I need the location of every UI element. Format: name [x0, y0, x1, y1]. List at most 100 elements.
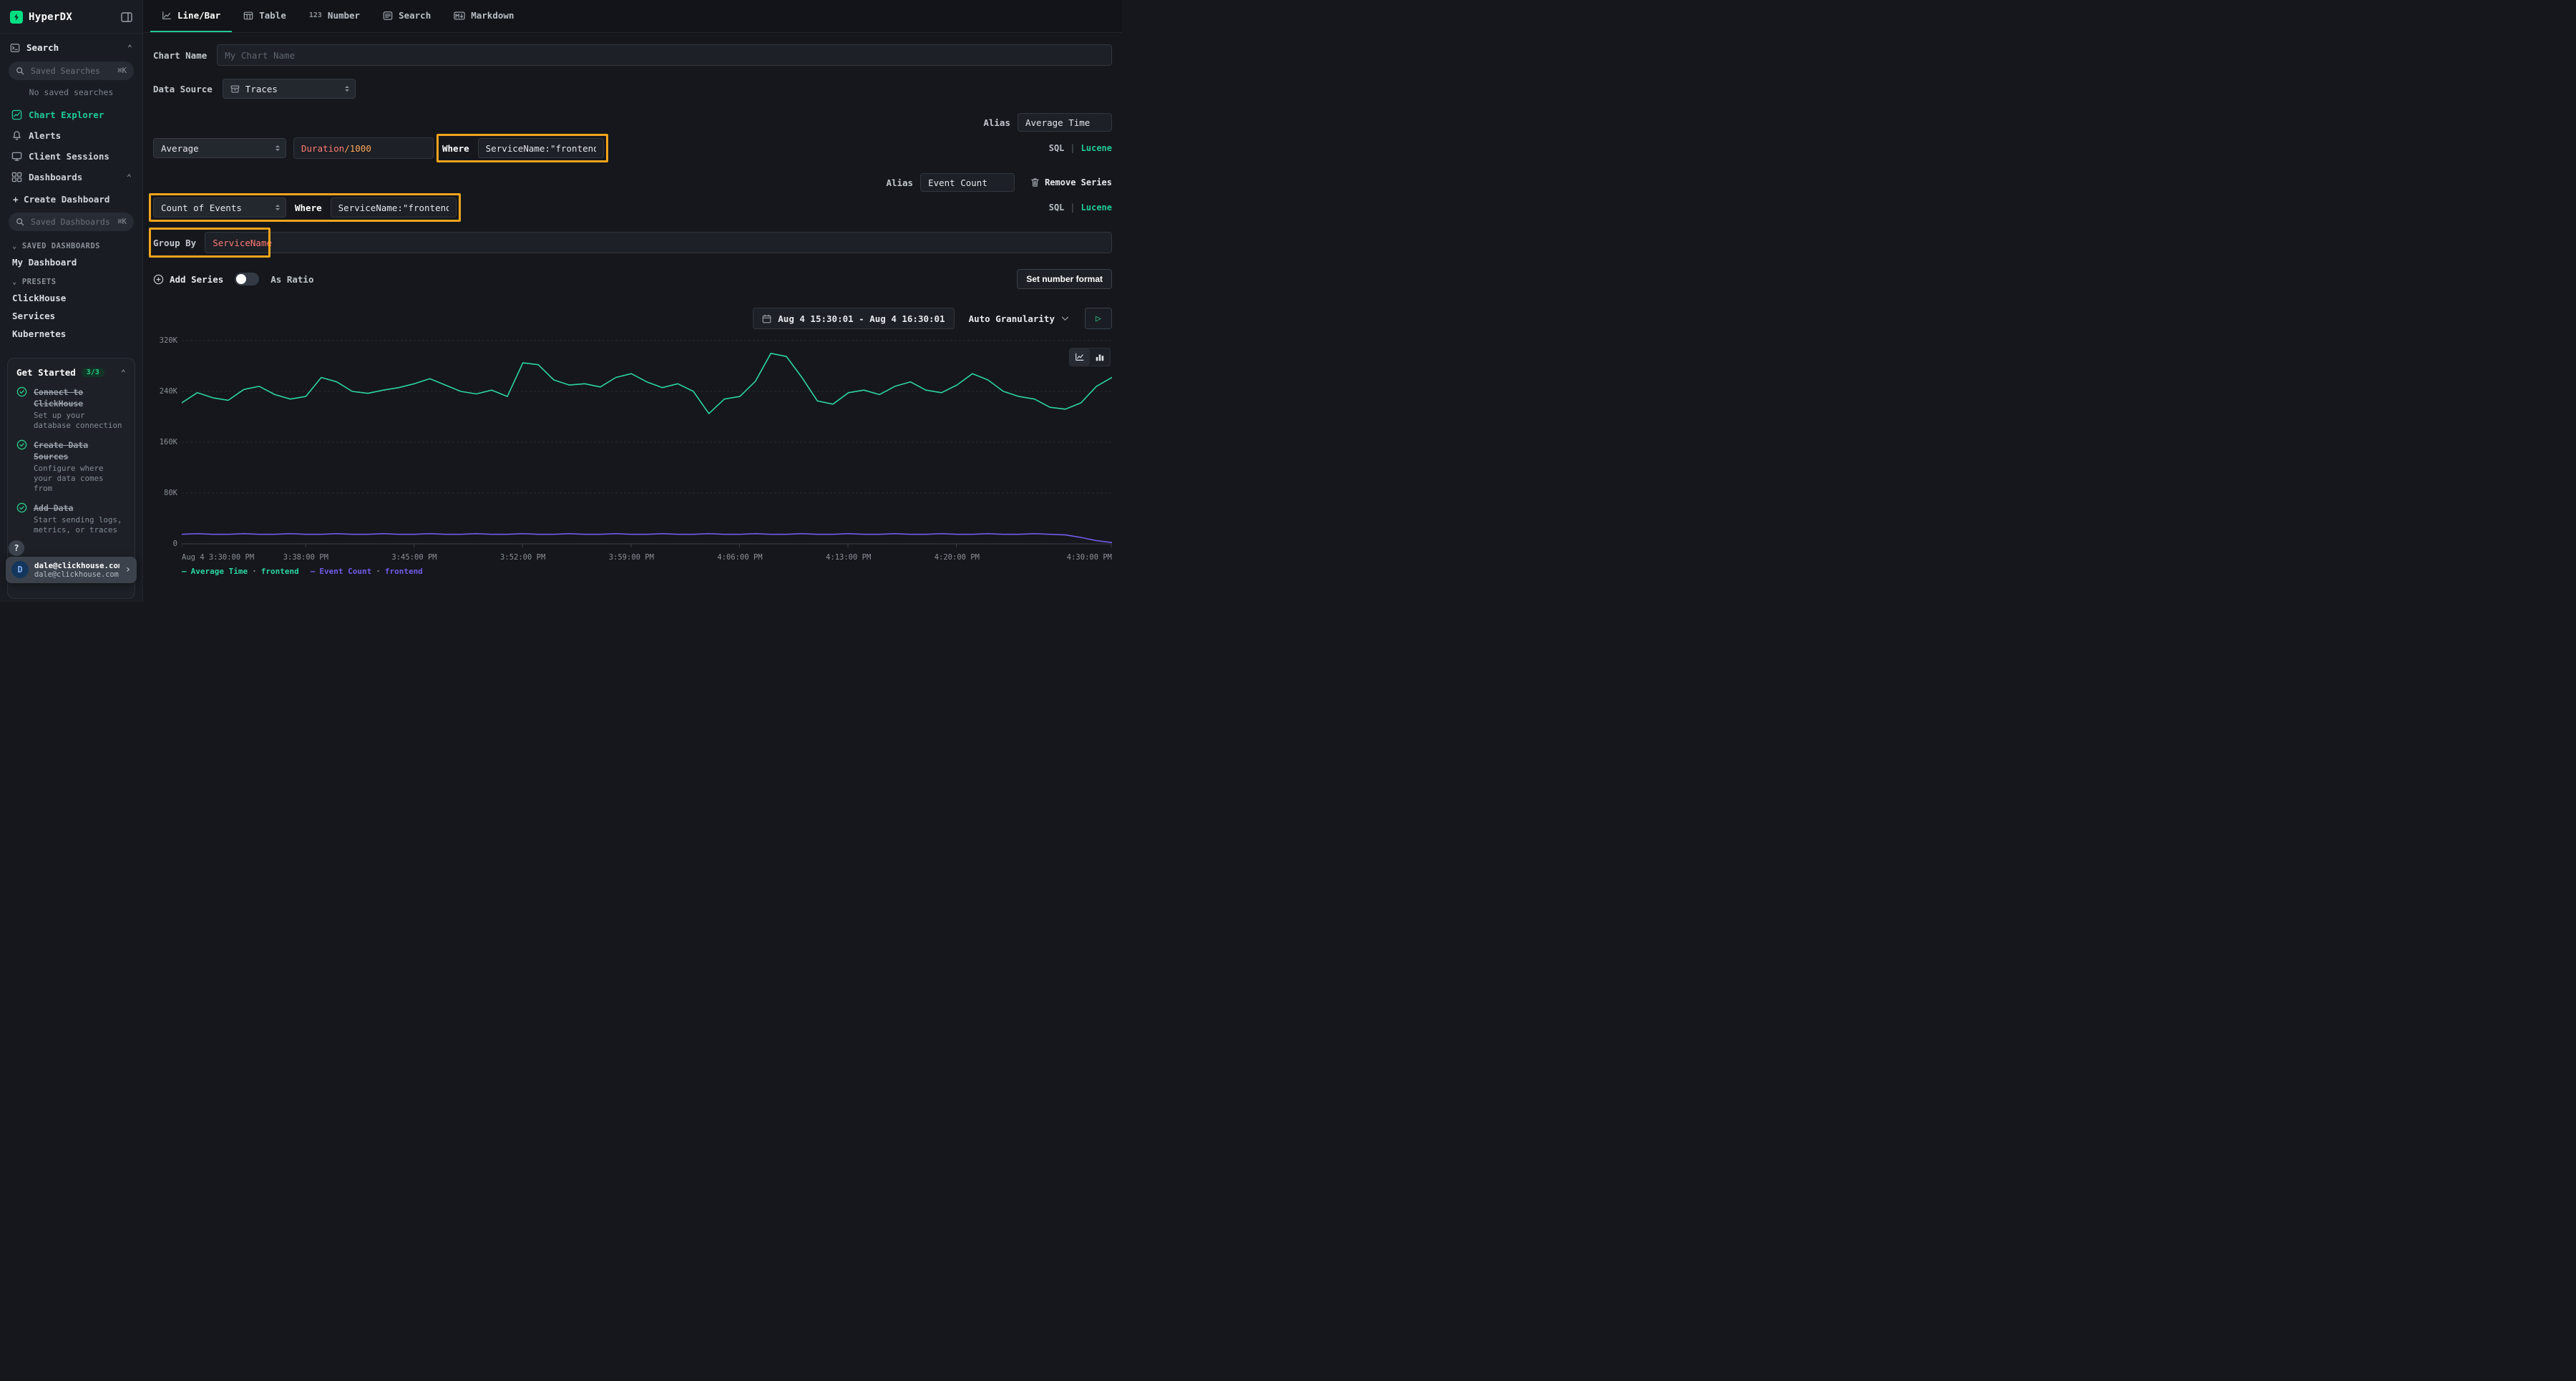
saved-searches-input[interactable] — [29, 65, 112, 77]
sidebar-item-label: Chart Explorer — [29, 109, 104, 120]
series1-where-input[interactable] — [478, 138, 604, 158]
sidebar-item-alerts[interactable]: Alerts — [0, 125, 142, 146]
x-axis-label: Aug 4 3:30:00 PM — [182, 553, 254, 562]
legend-series-name: Event Count — [319, 567, 371, 576]
legend-item[interactable]: —Average Time·frontend — [182, 567, 299, 576]
get-started-item[interactable]: Create Data Sources Configure where your… — [16, 439, 126, 494]
chart-plot[interactable] — [182, 336, 1112, 551]
series2-alias-input[interactable] — [920, 173, 1015, 192]
bar-chart-toggle[interactable] — [1090, 348, 1110, 366]
dashboard-item-my-dashboard[interactable]: My Dashboard — [0, 253, 142, 271]
data-source-select[interactable]: Traces — [223, 79, 356, 99]
series2-where-input[interactable] — [331, 197, 457, 218]
chart-display-toggle — [1069, 348, 1111, 366]
tab-line-bar[interactable]: Line/Bar — [150, 0, 232, 32]
bell-icon — [11, 130, 22, 141]
search-section-header[interactable]: Search ⌃ — [0, 34, 142, 59]
get-started-header[interactable]: Get Started 3/3 ⌃ — [16, 367, 126, 378]
x-axis-label: 4:06:00 PM — [717, 553, 762, 562]
granularity-select[interactable]: Auto Granularity — [963, 313, 1075, 324]
chevron-up-icon[interactable]: ⌃ — [121, 369, 126, 377]
group-by-row: Group By ServiceName — [153, 232, 1112, 253]
line-chart-toggle[interactable] — [1070, 348, 1090, 366]
sidebar-item-label: Dashboards — [29, 172, 82, 182]
sidebar-item-chart-explorer[interactable]: Chart Explorer — [0, 104, 142, 125]
chevron-right-icon: › — [125, 564, 131, 575]
get-started-item[interactable]: Add Data Start sending logs, metrics, or… — [16, 502, 126, 535]
chart-area: 080K160K240K320K — [153, 336, 1112, 551]
chart-legend: —Average Time·frontend —Event Count·front… — [182, 567, 1112, 582]
y-axis: 080K160K240K320K — [153, 336, 182, 551]
sql-mode-button[interactable]: SQL — [1049, 143, 1065, 153]
group-by-input[interactable]: ServiceName — [205, 232, 1112, 253]
x-axis-label: 3:59:00 PM — [609, 553, 654, 562]
chart-explorer-form: Chart Name Data Source Traces Alias Aver… — [143, 33, 1122, 602]
presets-header[interactable]: ⌄ PRESETS — [0, 271, 142, 289]
sidebar-item-dashboards[interactable]: Dashboards ⌃ — [0, 167, 142, 187]
series1-alias-input[interactable] — [1018, 113, 1112, 132]
chevron-up-icon[interactable]: ⌃ — [127, 44, 132, 52]
check-circle-icon — [16, 439, 27, 450]
check-circle-icon — [16, 502, 27, 513]
chart-line-icon — [11, 109, 22, 120]
data-source-label: Data Source — [153, 84, 213, 94]
legend-item[interactable]: —Event Count·frontend — [311, 567, 423, 576]
preset-item-clickhouse[interactable]: ClickHouse — [0, 289, 142, 307]
sql-mode-button[interactable]: SQL — [1049, 202, 1065, 213]
collapse-sidebar-icon[interactable] — [121, 12, 132, 22]
get-started-item[interactable]: Connect to ClickHouse Set up your databa… — [16, 386, 126, 431]
saved-dashboards-header[interactable]: ⌄ SAVED DASHBOARDS — [0, 235, 142, 253]
tab-number[interactable]: 123 Number — [298, 0, 371, 32]
tab-markdown[interactable]: Markdown — [442, 0, 525, 32]
no-saved-searches-text: No saved searches — [0, 84, 142, 104]
run-query-button[interactable]: ▷ — [1085, 308, 1112, 329]
user-menu[interactable]: D dale@clickhouse.com dale@clickhouse.co… — [6, 557, 137, 583]
get-started-badge: 3/3 — [82, 368, 104, 377]
play-icon: ▷ — [1096, 314, 1101, 323]
saved-dashboards-search[interactable]: ⌘K — [9, 213, 134, 231]
date-range-picker[interactable]: Aug 4 15:30:01 - Aug 4 16:30:01 — [753, 308, 954, 329]
toggle-knob — [236, 274, 246, 284]
tab-table[interactable]: Table — [232, 0, 298, 32]
as-ratio-label: As Ratio — [270, 274, 313, 285]
series1-where-group: Where — [441, 138, 604, 158]
x-axis-label: 3:52:00 PM — [500, 553, 545, 562]
lucene-mode-button[interactable]: Lucene — [1081, 143, 1112, 153]
tab-search[interactable]: Search — [371, 0, 442, 32]
series1-aggregation-select[interactable]: Average — [153, 138, 286, 158]
get-started-title: Get Started — [16, 367, 76, 378]
create-dashboard-button[interactable]: + Create Dashboard — [0, 187, 142, 210]
get-started-item-title: Create Data Sources — [34, 440, 88, 462]
preset-item-services[interactable]: Services — [0, 307, 142, 325]
app-name: HyperDX — [29, 11, 72, 23]
preset-item-kubernetes[interactable]: Kubernetes — [0, 325, 142, 343]
main-area: Line/Bar Table 123 Number Search Markdow… — [143, 0, 1122, 602]
set-number-format-button[interactable]: Set number format — [1017, 269, 1112, 289]
chevron-down-icon: ⌄ — [12, 242, 17, 250]
remove-series-button[interactable]: Remove Series — [1030, 177, 1112, 187]
chevron-up-icon[interactable]: ⌃ — [127, 173, 132, 182]
saved-searches-search[interactable]: ⌘K — [9, 62, 134, 80]
where-label: Where — [441, 143, 471, 154]
series1-field-input[interactable]: Duration/1000 — [293, 137, 434, 159]
series2-aggregation-select[interactable]: Count of Events — [153, 197, 286, 218]
x-axis-label: 3:38:00 PM — [283, 553, 328, 562]
chart-name-label: Chart Name — [153, 50, 207, 61]
y-axis-label: 160K — [160, 438, 177, 446]
x-axis-label: 4:30:00 PM — [1067, 553, 1112, 562]
as-ratio-toggle[interactable] — [235, 273, 259, 286]
help-button[interactable]: ? — [9, 540, 24, 556]
legend-dash-icon: — — [311, 567, 316, 576]
monitor-icon — [11, 151, 22, 162]
sidebar-item-client-sessions[interactable]: Client Sessions — [0, 146, 142, 167]
add-series-button[interactable]: Add Series — [153, 274, 223, 285]
y-axis-label: 240K — [160, 387, 177, 396]
lucene-mode-button[interactable]: Lucene — [1081, 202, 1112, 213]
hyperdx-logo-icon — [10, 11, 23, 24]
chart-name-input[interactable] — [217, 44, 1112, 66]
alias-label: Alias — [983, 117, 1010, 128]
saved-dashboards-input[interactable] — [29, 216, 112, 228]
x-axis-label: 4:20:00 PM — [935, 553, 980, 562]
get-started-item-desc: Set up your database connection — [34, 411, 126, 431]
shortcut-badge: ⌘K — [117, 218, 127, 226]
